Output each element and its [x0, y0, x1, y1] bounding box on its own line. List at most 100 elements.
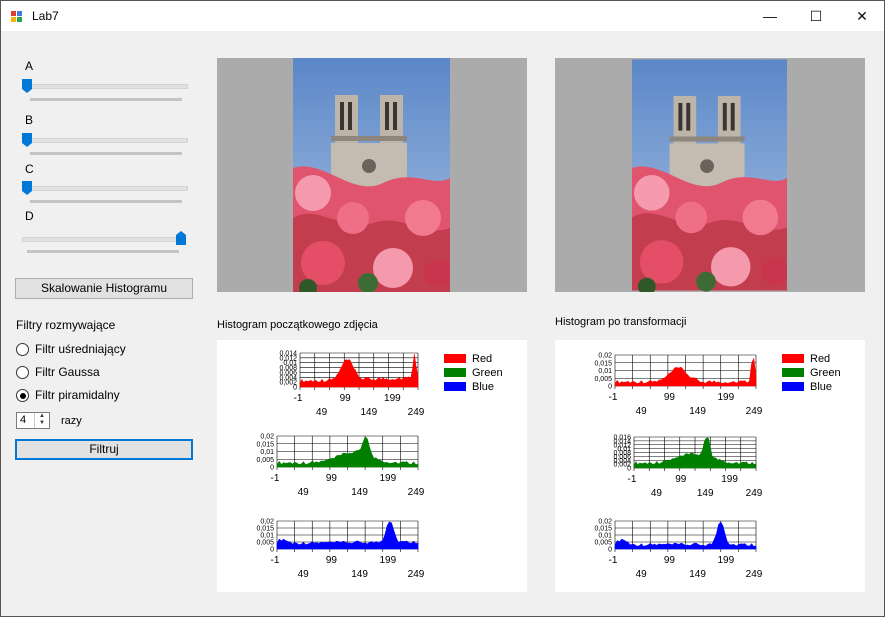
app-icon [11, 11, 22, 22]
transformed-green-x-tick: 149 [697, 488, 714, 499]
transformed-green-x-tick: 99 [675, 474, 687, 485]
stepper-down-icon[interactable]: ▼ [35, 420, 49, 427]
legend-label-red: Red [810, 353, 830, 365]
transformed-blue-x-tick: 49 [636, 569, 648, 580]
transformed-red-y-tick: 0 [608, 384, 612, 391]
legend-swatch-blue [782, 382, 804, 391]
slider-b-thumb[interactable] [22, 133, 32, 147]
slider-b-track[interactable] [28, 138, 188, 143]
slider-c-label: C [25, 162, 34, 176]
original-red-x-tick: 249 [408, 407, 425, 418]
times-value[interactable]: 4 [20, 414, 26, 426]
original-red-x-tick: 199 [384, 393, 401, 404]
original-green-x-tick: 99 [326, 473, 338, 484]
slider-d-thumb[interactable] [176, 231, 186, 245]
original-green-y-tick: 0 [270, 465, 274, 472]
transformed-blue-x-tick: 149 [689, 569, 706, 580]
slider-b-label: B [25, 113, 34, 127]
legend-label-blue: Blue [810, 381, 832, 393]
transformed-red-x-tick: 249 [746, 406, 763, 417]
transformed-red-x-tick: -1 [609, 392, 618, 403]
transformed-blue-y-tick: 0,015 [594, 526, 612, 533]
transformed-red-x-tick: 99 [664, 392, 676, 403]
radio-gauss-filter-circle[interactable] [16, 366, 29, 379]
legend-swatch-green [444, 368, 466, 377]
times-stepper[interactable]: 4 ▲ ▼ [16, 412, 50, 429]
original-green-x-tick: 249 [408, 487, 425, 498]
transformed-green-x-tick: 249 [746, 488, 763, 499]
stepper-up-icon[interactable]: ▲ [35, 413, 49, 420]
times-label: razy [61, 415, 82, 427]
original-blue-y-tick: 0,01 [260, 533, 274, 540]
transformed-histogram-svg: 00,0050,010,0150,02-1 99 19949 149 24900,002… [594, 353, 841, 581]
original-green-x-tick: 49 [298, 487, 310, 498]
original-green-x-tick: -1 [271, 473, 280, 484]
transformed-red-y-tick: 0,02 [598, 353, 612, 360]
radio-mean-filter-label: Filtr uśredniający [35, 342, 126, 356]
transformed-blue-x-tick: 249 [746, 569, 763, 580]
transformed-green-chart: 00,0020,0040,0060,0080,010,0120,0140,016… [613, 435, 762, 500]
original-blue-chart: 00,0050,010,0150,02 -1 99 199 49 149 249 [256, 519, 424, 581]
title-bar: Lab7 — ☐ ✕ [1, 1, 884, 31]
legend-label-green: Green [810, 367, 841, 379]
transformed-red-y-tick: 0,005 [594, 376, 612, 383]
transformed-red-chart: 00,0050,010,0150,02 -1 99 199 49 149 249 [594, 353, 762, 418]
main-window: Lab7 — ☐ ✕ A B C D Skalowanie Histogramu… [0, 0, 885, 617]
apply-filter-button[interactable]: Filtruj [15, 439, 193, 460]
transformed-image-box [555, 58, 865, 292]
original-green-y-tick: 0,015 [256, 441, 274, 448]
slider-d-track[interactable] [22, 237, 182, 242]
window-title: Lab7 [32, 9, 59, 23]
original-green-y-tick: 0,01 [260, 449, 274, 456]
original-green-x-tick: 199 [379, 473, 396, 484]
original-blue-x-tick: -1 [271, 555, 280, 566]
legend-swatch-green [782, 368, 804, 377]
radio-pyramid-filter-circle[interactable] [16, 389, 29, 402]
transformed-blue-chart: 00,0050,010,0150,02 -1 99 199 49 149 249 [594, 519, 762, 581]
original-blue-y-tick: 0,005 [256, 540, 274, 547]
legend-swatch-blue [444, 382, 466, 391]
original-green-y-tick: 0,02 [260, 434, 274, 441]
maximize-icon: ☐ [809, 8, 823, 24]
original-red-x-tick: 99 [340, 393, 352, 404]
transformed-blue-y-tick: 0,005 [594, 540, 612, 547]
transformed-red-x-tick: 149 [689, 406, 706, 417]
maximize-button[interactable]: ☐ [793, 1, 839, 31]
original-blue-y-tick: 0,015 [256, 526, 274, 533]
original-blue-x-tick: 249 [408, 569, 425, 580]
filters-group-label: Filtry rozmywające [16, 318, 116, 332]
slider-d-ticks [27, 250, 179, 253]
original-histogram-title: Histogram początkowego zdjęcia [217, 319, 378, 331]
slider-a-track[interactable] [28, 84, 188, 89]
radio-mean-filter-circle[interactable] [16, 343, 29, 356]
original-histogram-panel: 0 0,002 0,004 0,006 0,008 0,01 0,012 0,014 -1 99 1… [217, 340, 527, 592]
transformed-blue-y-tick: 0,02 [598, 519, 612, 526]
transformed-green-x-tick: -1 [628, 474, 637, 485]
legend-swatch-red [782, 354, 804, 363]
original-red-x-tick: -1 [294, 393, 303, 404]
transformed-blue-x-tick: 199 [717, 555, 734, 566]
transformed-histogram-title: Histogram po transformacji [555, 316, 687, 328]
radio-pyramid-filter-label: Filtr piramidalny [35, 388, 120, 402]
histogram-legend: Red Green Blue [444, 353, 503, 393]
original-blue-x-tick: 199 [379, 555, 396, 566]
original-blue-y-tick: 0 [270, 547, 274, 554]
slider-c-track[interactable] [28, 186, 188, 191]
stepper-buttons: ▲ ▼ [34, 413, 49, 428]
slider-a-thumb[interactable] [22, 79, 32, 93]
original-blue-x-tick: 149 [351, 569, 368, 580]
original-blue-x-tick: 49 [298, 569, 310, 580]
original-green-y-tick: 0,005 [256, 457, 274, 464]
transformed-red-y-tick: 0,015 [594, 360, 612, 367]
transformed-red-y-tick: 0,01 [598, 368, 612, 375]
scale-histogram-button[interactable]: Skalowanie Histogramu [15, 278, 193, 299]
legend-label-blue: Blue [472, 381, 494, 393]
transformed-photo [632, 59, 787, 292]
minimize-button[interactable]: — [747, 1, 793, 31]
original-red-y-tick: 0,014 [279, 351, 297, 358]
slider-c-thumb[interactable] [22, 181, 32, 195]
transformed-blue-x-tick: -1 [609, 555, 618, 566]
legend-label-green: Green [472, 367, 503, 379]
transformed-blue-y-tick: 0,01 [598, 533, 612, 540]
close-button[interactable]: ✕ [839, 1, 885, 31]
